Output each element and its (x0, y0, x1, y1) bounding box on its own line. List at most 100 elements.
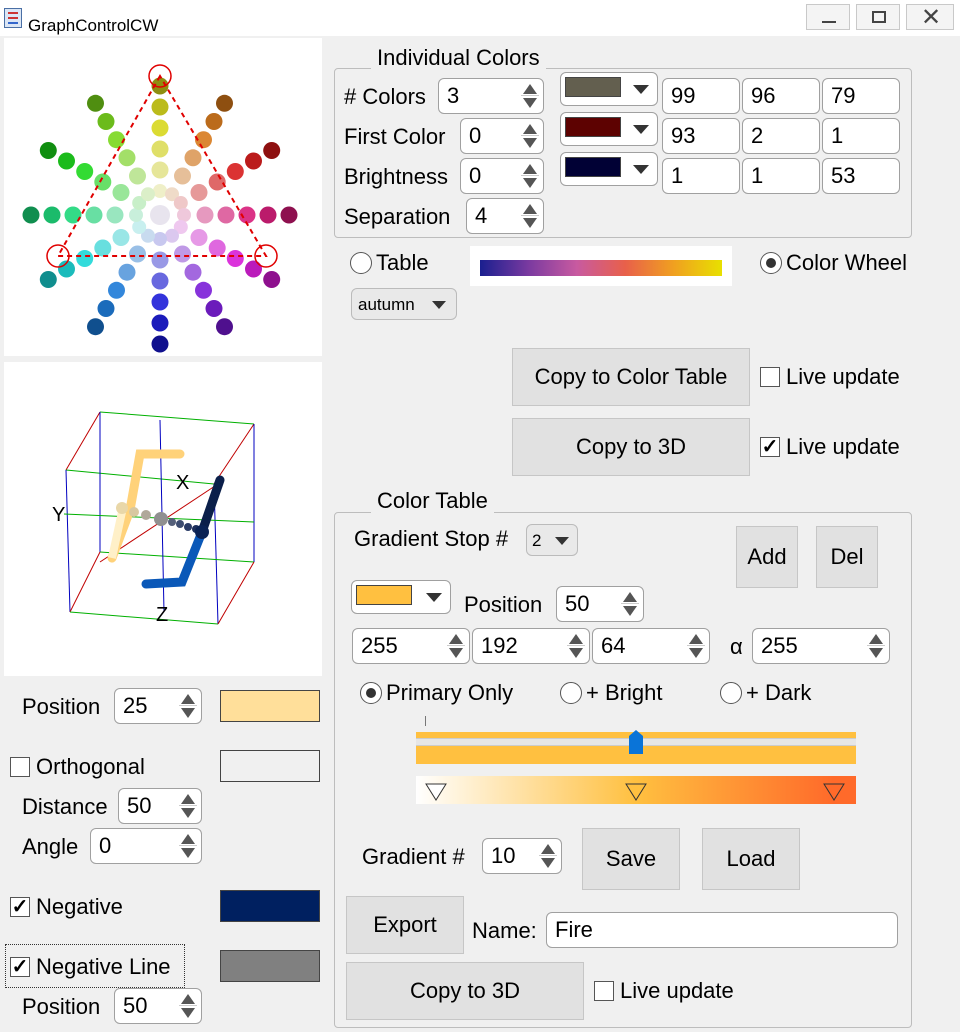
wheel-swatch[interactable] (165, 228, 179, 243)
color-1-g[interactable]: 96 (742, 78, 820, 114)
wheel-swatch[interactable] (263, 271, 281, 288)
wheel-swatch[interactable] (129, 245, 146, 263)
wheel-swatch[interactable] (87, 318, 104, 336)
wheel-swatch[interactable] (94, 239, 112, 257)
wheel-swatch[interactable] (151, 98, 169, 116)
wheel-swatch[interactable] (245, 260, 262, 278)
wheel-swatch[interactable] (174, 167, 191, 185)
orthogonal-checkbox[interactable] (10, 757, 30, 777)
wheel-swatch[interactable] (118, 263, 136, 281)
spinner-arrows-icon[interactable] (521, 122, 539, 150)
wheel-swatch[interactable] (76, 250, 94, 267)
color-1-r[interactable]: 99 (662, 78, 740, 114)
wheel-swatch[interactable] (129, 167, 146, 185)
spinner-arrows-icon[interactable] (539, 842, 557, 870)
colormap-select[interactable]: autumn (351, 288, 457, 320)
wheel-swatch[interactable] (151, 293, 169, 311)
del-stop-button[interactable]: Del (816, 526, 878, 588)
wheel-swatch[interactable] (177, 208, 191, 222)
wheel-swatch[interactable] (190, 184, 208, 201)
wheel-swatch[interactable] (263, 142, 281, 159)
wheel-swatch[interactable] (280, 206, 298, 224)
gradient-num-spinner[interactable]: 10 (482, 838, 562, 874)
brightness-spinner[interactable]: 0 (460, 158, 544, 194)
spinner-arrows-icon[interactable] (179, 832, 197, 860)
wheel-swatch[interactable] (151, 161, 169, 179)
wheel-swatch[interactable] (190, 229, 208, 246)
first-color-spinner[interactable]: 0 (460, 118, 544, 154)
live-update-2-checkbox[interactable]: ✓ (760, 437, 780, 457)
wheel-swatch[interactable] (43, 206, 61, 224)
plus-bright-radio[interactable] (560, 682, 582, 704)
color-wheel-panel[interactable] (4, 38, 322, 356)
wheel-swatch[interactable] (216, 318, 233, 336)
stop-b-spinner[interactable]: 64 (592, 628, 710, 664)
live-update-3-checkbox[interactable] (594, 981, 614, 1001)
plot3d-panel[interactable]: X Y Z (4, 362, 322, 676)
gradient-stop-marker[interactable] (425, 783, 447, 801)
orthogonal-color-swatch[interactable] (220, 750, 320, 782)
spinner-arrows-icon[interactable] (621, 590, 639, 618)
wheel-swatch[interactable] (153, 232, 167, 246)
negative-line-checkbox[interactable]: ✓ (10, 957, 30, 977)
color-wheel-graphic[interactable] (4, 38, 322, 356)
wheel-swatch[interactable] (151, 251, 169, 269)
spinner-arrows-icon[interactable] (867, 632, 885, 660)
gradient-stop-select[interactable]: 2 (526, 524, 578, 556)
wheel-swatch[interactable] (97, 113, 115, 130)
wheel-swatch[interactable] (39, 271, 57, 288)
wheel-swatch[interactable] (151, 140, 169, 158)
wheel-swatch[interactable] (184, 263, 202, 281)
wheel-swatch[interactable] (112, 184, 130, 201)
close-button[interactable]: ✕ (906, 4, 954, 31)
color-2-dropdown[interactable] (560, 112, 658, 146)
gradient-stops-bar[interactable] (416, 776, 856, 804)
table-radio[interactable] (350, 252, 372, 274)
slider-thumb[interactable] (629, 730, 643, 754)
add-stop-button[interactable]: Add (736, 526, 798, 588)
wheel-swatch[interactable] (151, 119, 169, 137)
spinner-arrows-icon[interactable] (179, 692, 197, 720)
wheel-swatch[interactable] (85, 206, 103, 224)
stop-position-slider[interactable] (416, 730, 856, 764)
wheel-swatch[interactable] (87, 94, 104, 112)
wheel-swatch[interactable] (129, 208, 143, 222)
color-3-g[interactable]: 1 (742, 158, 820, 194)
spinner-arrows-icon[interactable] (179, 992, 197, 1020)
wheel-swatch[interactable] (151, 314, 169, 332)
wheel-swatch[interactable] (106, 206, 124, 224)
name-input[interactable]: Fire (546, 912, 898, 948)
negative-checkbox[interactable]: ✓ (10, 897, 30, 917)
position2-spinner[interactable]: 50 (114, 988, 202, 1024)
wheel-swatch[interactable] (153, 184, 167, 198)
spinner-arrows-icon[interactable] (179, 792, 197, 820)
copy-to-3d-button[interactable]: Copy to 3D (512, 418, 750, 476)
copy-to-3d-button-2[interactable]: Copy to 3D (346, 962, 584, 1020)
wheel-swatch[interactable] (216, 94, 233, 112)
wheel-swatch[interactable] (217, 206, 235, 224)
stop-color-dropdown[interactable] (351, 580, 451, 614)
wheel-swatch[interactable] (208, 239, 226, 257)
save-button[interactable]: Save (582, 828, 680, 890)
wheel-swatch[interactable] (259, 206, 277, 224)
wheel-swatch[interactable] (118, 149, 136, 167)
wheel-swatch[interactable] (151, 272, 169, 290)
load-button[interactable]: Load (702, 828, 800, 890)
export-button[interactable]: Export (346, 896, 464, 954)
spinner-arrows-icon[interactable] (521, 202, 539, 230)
separation-spinner[interactable]: 4 (466, 198, 544, 234)
wheel-swatch[interactable] (39, 142, 57, 159)
wheel-swatch[interactable] (112, 229, 130, 246)
wheel-swatch[interactable] (195, 281, 212, 299)
stop-position-spinner[interactable]: 50 (556, 586, 644, 622)
wheel-swatch[interactable] (184, 149, 202, 167)
angle-spinner[interactable]: 0 (90, 828, 202, 864)
color-1-b[interactable]: 79 (822, 78, 900, 114)
gradient-stop-marker[interactable] (823, 783, 845, 801)
wheel-swatch[interactable] (141, 187, 155, 202)
wheel-swatch[interactable] (108, 131, 125, 149)
color-2-b[interactable]: 1 (822, 118, 900, 154)
stop-g-spinner[interactable]: 192 (472, 628, 590, 664)
wheel-swatch[interactable] (226, 163, 244, 180)
distance-spinner[interactable]: 50 (118, 788, 202, 824)
